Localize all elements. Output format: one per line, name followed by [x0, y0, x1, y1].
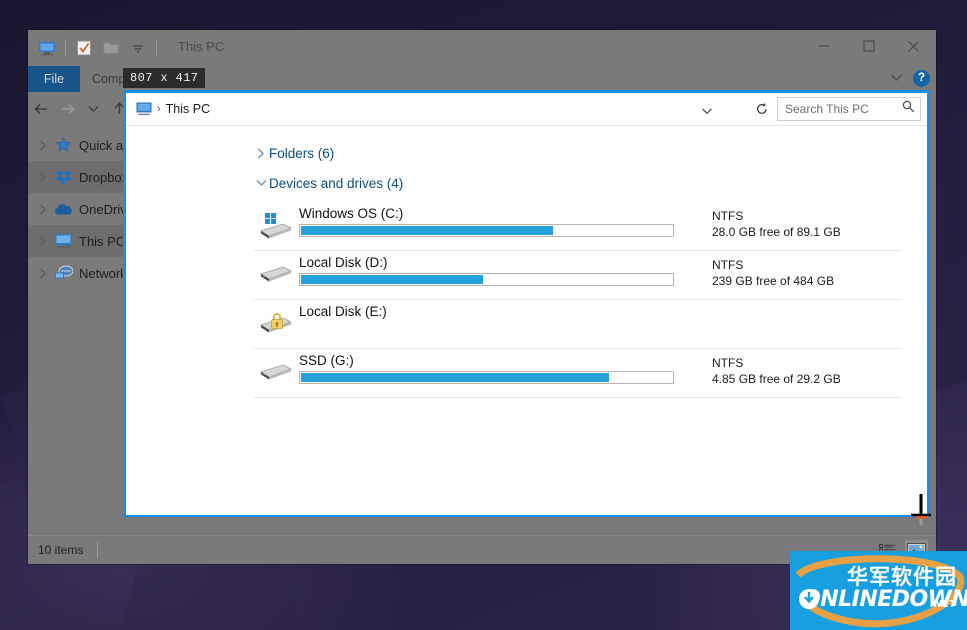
capacity-fill — [301, 373, 609, 382]
quick-access-toolbar[interactable] — [36, 36, 159, 60]
drive-meta: NTFS 239 GB free of 484 GB — [712, 251, 902, 299]
resize-size-tooltip: 807 x 417 — [123, 68, 205, 88]
watermark-download-icon — [798, 588, 820, 610]
chevron-right-icon[interactable] — [34, 204, 52, 215]
capacity-label: 28.0 GB free of 89.1 GB — [712, 224, 902, 240]
drive-name-label: Windows OS (C:) — [299, 206, 712, 221]
drive-info: SSD (G:) — [299, 349, 712, 397]
search-icon[interactable] — [902, 100, 915, 118]
star-icon — [52, 136, 74, 154]
drive-info: Local Disk (D:) — [299, 251, 712, 299]
drive-meta: NTFS 28.0 GB free of 89.1 GB — [712, 202, 902, 250]
drive-info: Windows OS (C:) — [299, 202, 712, 250]
status-divider — [97, 542, 98, 558]
chevron-right-icon[interactable] — [34, 140, 52, 151]
address-dropdown-icon[interactable] — [701, 102, 713, 120]
group-label: Folders (6) — [269, 146, 334, 161]
toolbar-divider — [65, 41, 66, 56]
drive-name-label: Local Disk (E:) — [299, 304, 712, 319]
tab-file[interactable]: File — [28, 66, 80, 92]
windows-drive-icon — [253, 202, 299, 250]
watermark-suffix-text: .NET — [930, 599, 956, 610]
group-header-devices[interactable]: Devices and drives (4) — [126, 170, 927, 196]
chevron-down-icon[interactable] — [890, 69, 903, 87]
filesystem-label: NTFS — [712, 208, 902, 224]
drive-row-windows-os-c[interactable]: Windows OS (C:) NTFS 28.0 GB free of 89.… — [253, 202, 902, 251]
address-this-pc-icon — [136, 101, 154, 117]
new-folder-icon[interactable] — [100, 37, 122, 59]
drive-info: Local Disk (E:) — [299, 300, 712, 348]
customize-dropdown-icon[interactable] — [127, 37, 149, 59]
hard-drive-icon — [253, 349, 299, 397]
chevron-right-icon[interactable] — [34, 172, 52, 183]
window-controls[interactable] — [801, 30, 936, 62]
item-count-label: 10 items — [38, 543, 83, 557]
network-icon — [52, 264, 74, 282]
watermark-logo: 华军软件园 ONLINEDOWN .NET — [790, 551, 967, 630]
capacity-label: 4.85 GB free of 29.2 GB — [712, 371, 902, 387]
group-label: Devices and drives (4) — [269, 176, 403, 191]
capacity-fill — [301, 275, 483, 284]
capacity-bar — [299, 273, 674, 286]
capacity-bar — [299, 371, 674, 384]
minimize-button[interactable] — [801, 30, 846, 62]
capacity-bar — [299, 224, 674, 237]
drive-name-label: Local Disk (D:) — [299, 255, 712, 270]
sidebar-item-label: This PC — [79, 234, 125, 249]
sidebar-item-label: Dropbox — [79, 170, 128, 185]
forward-button[interactable] — [54, 95, 80, 123]
drive-name-label: SSD (G:) — [299, 353, 712, 368]
drive-row-ssd-g[interactable]: SSD (G:) NTFS 4.85 GB free of 29.2 GB — [253, 349, 902, 398]
chevron-down-icon[interactable] — [253, 179, 269, 187]
preview-content-pane[interactable]: Folders (6) Devices and drives (4) — [126, 126, 927, 515]
chevron-right-icon[interactable] — [253, 148, 269, 159]
preview-address-toolbar[interactable]: › This PC — [126, 93, 927, 126]
help-icon[interactable]: ? — [913, 70, 930, 87]
resize-preview-window[interactable]: › This PC — [123, 90, 930, 517]
title-divider — [156, 41, 157, 56]
ribbon-right-controls[interactable]: ? — [890, 69, 930, 87]
this-pc-icon[interactable] — [36, 37, 58, 59]
title-bar[interactable]: This PC — [28, 30, 936, 66]
close-button[interactable] — [891, 30, 936, 62]
sidebar-item-label: Network — [79, 266, 127, 281]
drive-meta — [712, 300, 902, 348]
properties-icon[interactable] — [73, 37, 95, 59]
hard-drive-icon — [253, 251, 299, 299]
capacity-fill — [301, 226, 553, 235]
cloud-icon — [52, 200, 74, 218]
maximize-button[interactable] — [846, 30, 891, 62]
breadcrumb-this-pc[interactable]: This PC — [166, 102, 210, 116]
preview-address-bar[interactable]: › This PC — [130, 98, 751, 120]
capacity-label: 239 GB free of 484 GB — [712, 273, 902, 289]
chevron-right-icon[interactable] — [34, 236, 52, 247]
drive-row-local-disk-e[interactable]: Local Disk (E:) — [253, 300, 902, 349]
back-button[interactable] — [28, 95, 54, 123]
preview-refresh-button[interactable] — [751, 98, 773, 120]
filesystem-label: NTFS — [712, 355, 902, 371]
locked-drive-icon — [253, 300, 299, 348]
recent-locations-button[interactable] — [80, 95, 106, 123]
breadcrumb-separator: › — [157, 103, 161, 115]
dropbox-icon — [52, 168, 74, 186]
filesystem-label: NTFS — [712, 257, 902, 273]
search-input[interactable] — [783, 101, 893, 117]
group-header-folders[interactable]: Folders (6) — [126, 140, 927, 166]
drive-row-local-disk-d[interactable]: Local Disk (D:) NTFS 239 GB free of 484 … — [253, 251, 902, 300]
chevron-right-icon[interactable] — [34, 268, 52, 279]
drive-meta: NTFS 4.85 GB free of 29.2 GB — [712, 349, 902, 397]
preview-search-box[interactable] — [777, 97, 921, 121]
monitor-icon — [52, 232, 74, 250]
window-title: This PC — [178, 39, 224, 54]
